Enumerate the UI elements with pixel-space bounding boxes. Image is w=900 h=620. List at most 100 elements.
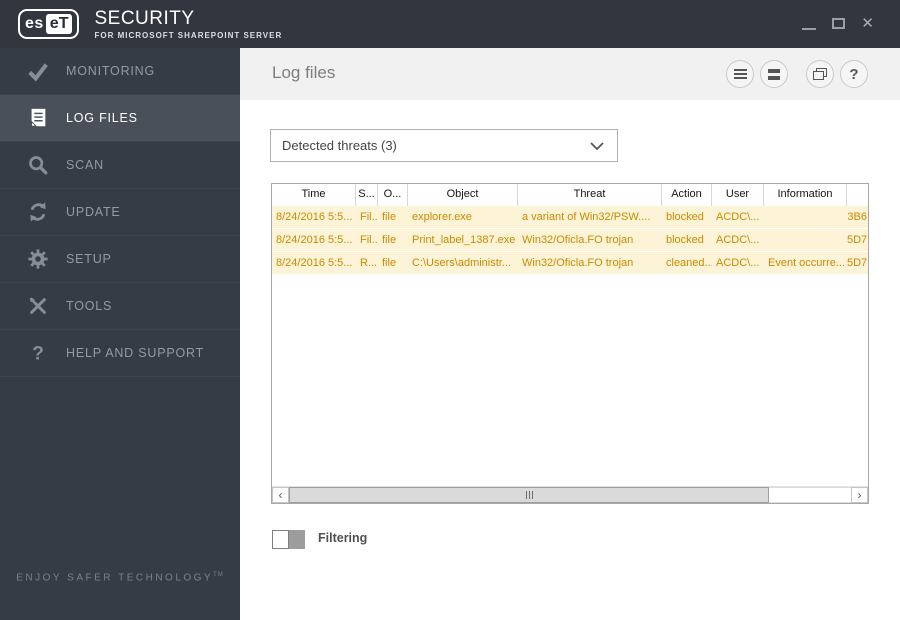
column-header-threat[interactable]: Threat (518, 184, 662, 206)
cell-hash: 5D7 (847, 257, 868, 269)
tagline-tm: TM (213, 572, 224, 578)
sidebar-item-label: HELP AND SUPPORT (66, 346, 205, 360)
product-name: SECURITY (94, 8, 195, 29)
question-mark-icon: ? (849, 65, 859, 83)
cascade-windows-button[interactable] (806, 60, 834, 88)
product-brand: SECURITY FOR MICROSOFT SHAREPOINT SERVER (94, 8, 282, 40)
sidebar-item-label: UPDATE (66, 205, 121, 219)
eset-logo-et: eT (45, 14, 73, 34)
cell-object: Print_label_1387.exe (412, 234, 516, 246)
svg-text:?: ? (32, 343, 44, 364)
cell-hash: 5D7 (847, 234, 868, 246)
help-button[interactable]: ? (840, 60, 868, 88)
sidebar-item-label: LOG FILES (66, 111, 138, 125)
maximize-button[interactable] (832, 17, 846, 29)
cell-object: C:\Users\administr... (412, 257, 512, 269)
table-row[interactable]: 8/24/2016 5:5... Fil... file Print_label… (272, 229, 868, 252)
cell-threat: Win32/Oficla.FO trojan (522, 234, 634, 246)
sidebar-item-label: MONITORING (66, 64, 156, 78)
log-table: Time S... O... Object Threat Action User… (271, 183, 869, 504)
column-header-hash[interactable] (847, 184, 868, 206)
menu-lines-button[interactable] (726, 60, 754, 88)
filtering-toggle[interactable] (272, 530, 305, 549)
cell-object-type: file (382, 234, 397, 246)
scroll-right-button[interactable]: › (851, 487, 868, 503)
sidebar-item-label: TOOLS (66, 299, 113, 313)
cell-action: cleaned... (666, 257, 712, 269)
sidebar-item-help-and-support[interactable]: ? HELP AND SUPPORT (0, 330, 240, 377)
table-empty-area (272, 275, 868, 486)
menu-bars-button[interactable] (760, 60, 788, 88)
column-header-user[interactable]: User (712, 184, 764, 206)
eset-logo-es: es (25, 15, 44, 32)
cell-information: Event occurre... (768, 257, 846, 269)
column-header-object-type[interactable]: O... (378, 184, 408, 206)
cell-time: 8/24/2016 5:5... (276, 257, 353, 269)
log-document-icon (25, 105, 51, 131)
cell-scanner: R... (360, 257, 378, 269)
sidebar-item-label: SCAN (66, 158, 104, 172)
app-window: es eT SECURITY FOR MICROSOFT SHAREPOINT … (0, 0, 900, 620)
cell-action: blocked (666, 234, 704, 246)
product-edition: FOR MICROSOFT SHAREPOINT SERVER (94, 31, 283, 40)
log-type-dropdown[interactable]: Detected threats (3) (270, 129, 618, 162)
table-header-row: Time S... O... Object Threat Action User… (272, 184, 868, 206)
tagline-text: ENJOY SAFER TECHNOLOGY (16, 572, 214, 584)
refresh-icon (25, 199, 51, 225)
filtering-label: Filtering (318, 531, 368, 545)
cell-user: ACDC\... (716, 234, 760, 246)
sidebar-item-monitoring[interactable]: MONITORING (0, 48, 240, 95)
scrollbar-thumb[interactable] (289, 487, 769, 503)
cell-hash: 3B6 (847, 211, 867, 223)
cascade-windows-icon (812, 67, 828, 81)
header-toolbar: ? (726, 60, 868, 88)
column-header-action[interactable]: Action (662, 184, 712, 206)
cell-threat: a variant of Win32/PSW.... (522, 211, 651, 223)
cell-action: blocked (666, 211, 704, 223)
magnifier-icon (25, 152, 51, 178)
cell-threat: Win32/Oficla.FO trojan (522, 257, 634, 269)
sidebar-item-log-files[interactable]: LOG FILES (0, 95, 240, 142)
page-title: Log files (272, 63, 336, 82)
cell-object: explorer.exe (412, 211, 472, 223)
column-header-information[interactable]: Information (764, 184, 847, 206)
cell-scanner: Fil... (360, 234, 378, 246)
scrollbar-track[interactable] (769, 487, 851, 503)
table-row[interactable]: 8/24/2016 5:5... Fil... file explorer.ex… (272, 206, 868, 229)
dropdown-selected-value: Detected threats (3) (282, 138, 397, 153)
sidebar-item-tools[interactable]: TOOLS (0, 283, 240, 330)
question-icon: ? (25, 340, 51, 366)
cell-information (764, 206, 847, 228)
cell-object-type: file (382, 257, 397, 269)
sidebar-item-update[interactable]: UPDATE (0, 189, 240, 236)
scroll-left-button[interactable]: ‹ (272, 487, 289, 503)
cell-object-type: file (382, 211, 397, 223)
sidebar-item-scan[interactable]: SCAN (0, 142, 240, 189)
window-controls: ✕ (802, 14, 874, 32)
cell-time: 8/24/2016 5:5... (276, 211, 353, 223)
sidebar-nav: MONITORING LOG FILES SCAN UPDATE SETUP T… (0, 48, 240, 620)
eset-logo: es eT (18, 9, 80, 39)
eset-tagline: ENJOY SAFER TECHNOLOGYTM (0, 572, 240, 583)
cell-scanner: Fil... (360, 211, 378, 223)
chevron-down-icon (590, 141, 604, 150)
tools-icon (25, 293, 51, 319)
hamburger-icon (733, 69, 747, 79)
sidebar-item-label: SETUP (66, 252, 112, 266)
thick-bars-icon (768, 68, 780, 80)
gear-icon (25, 246, 51, 272)
column-header-scanner[interactable]: S... (356, 184, 378, 206)
minimize-button[interactable] (802, 28, 817, 30)
horizontal-scrollbar[interactable]: ‹ › (272, 486, 868, 503)
sidebar-item-setup[interactable]: SETUP (0, 236, 240, 283)
cell-information (764, 229, 847, 251)
close-button[interactable]: ✕ (861, 16, 874, 31)
table-row[interactable]: 8/24/2016 5:5... R... file C:\Users\admi… (272, 252, 868, 275)
column-header-time[interactable]: Time (272, 184, 356, 206)
toggle-knob (272, 530, 289, 549)
toggle-track (289, 530, 305, 549)
column-header-object[interactable]: Object (408, 184, 518, 206)
title-bar: es eT SECURITY FOR MICROSOFT SHAREPOINT … (0, 0, 900, 48)
cell-user: ACDC\... (716, 257, 760, 269)
cell-user: ACDC\... (716, 211, 760, 223)
